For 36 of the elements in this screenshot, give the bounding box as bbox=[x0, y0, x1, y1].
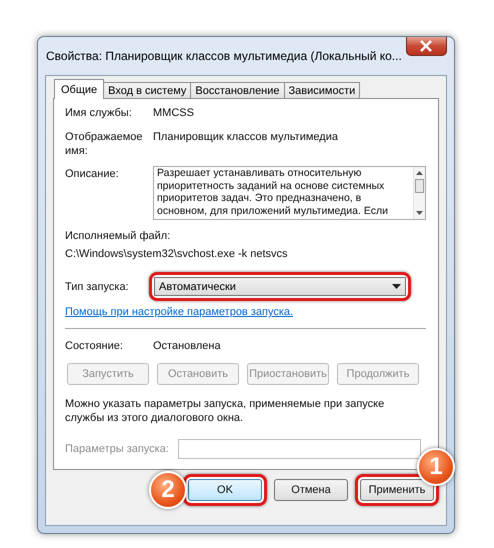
tab[interactable]: Общие bbox=[54, 79, 104, 99]
field-value: MMCSS bbox=[153, 106, 194, 121]
description-line: основном, для приложений мультимедиа. Если bbox=[157, 204, 389, 217]
field-label: Отображаемое имя: bbox=[65, 130, 144, 158]
executable-path: C:\Windows\system32\svchost.exe -k netsvcs bbox=[65, 247, 289, 262]
startup-type-dropdown[interactable]: Автоматически bbox=[154, 277, 406, 296]
field-label: Исполняемый файл: bbox=[65, 229, 172, 244]
tab[interactable]: Вход в систему bbox=[103, 82, 192, 99]
status-value: Остановлена bbox=[153, 339, 221, 354]
dialog-button[interactable]: OK bbox=[188, 479, 262, 501]
field-value: Планировщик классов мультимедиа bbox=[153, 130, 338, 145]
caret-icon bbox=[392, 284, 401, 289]
step-number-badge: 1 bbox=[417, 448, 455, 486]
description-line: приоритетность заданий на основе системных bbox=[157, 180, 386, 192]
close-button[interactable] bbox=[406, 37, 447, 56]
field-label: Описание: bbox=[65, 167, 120, 182]
dialog-button[interactable]: Применить bbox=[360, 479, 434, 501]
scrollbar[interactable] bbox=[413, 167, 425, 219]
field-label: Параметры запуска: bbox=[65, 443, 170, 455]
tab[interactable]: Зависимости bbox=[284, 82, 360, 99]
dialog-button[interactable]: Отмена bbox=[274, 479, 348, 501]
scroll-up-icon bbox=[416, 171, 423, 175]
description-line: приоритетов задач. Это предназначено, в bbox=[157, 192, 362, 204]
description-line: Разрешает устанавливать относительную bbox=[157, 167, 362, 180]
tab[interactable]: Восстановление bbox=[190, 82, 285, 99]
step-number-badge: 2 bbox=[149, 471, 187, 509]
description-box[interactable]: Разрешает устанавливать относительную приоритетность заданий на основе системных приоритетов задач. Это предназначено, в основном, для приложений мультимедиа. Если bbox=[153, 166, 426, 220]
field-label: Тип запуска: bbox=[65, 280, 130, 294]
scroll-down-icon bbox=[416, 211, 423, 215]
window-title: Свойства: Планировщик классов мультимедиа (Локальный ко... bbox=[46, 49, 402, 63]
close-icon bbox=[419, 40, 434, 52]
field-label: Состояние: bbox=[65, 339, 124, 354]
hint-text: Можно указать параметры запуска, применяемые при запуске службы из этого диалогового окна. bbox=[65, 397, 386, 425]
scroll-thumb[interactable] bbox=[415, 179, 424, 193]
field-label: Имя службы: bbox=[65, 106, 133, 121]
help-link[interactable]: Помощь при настройке параметров запуска. bbox=[65, 305, 426, 320]
